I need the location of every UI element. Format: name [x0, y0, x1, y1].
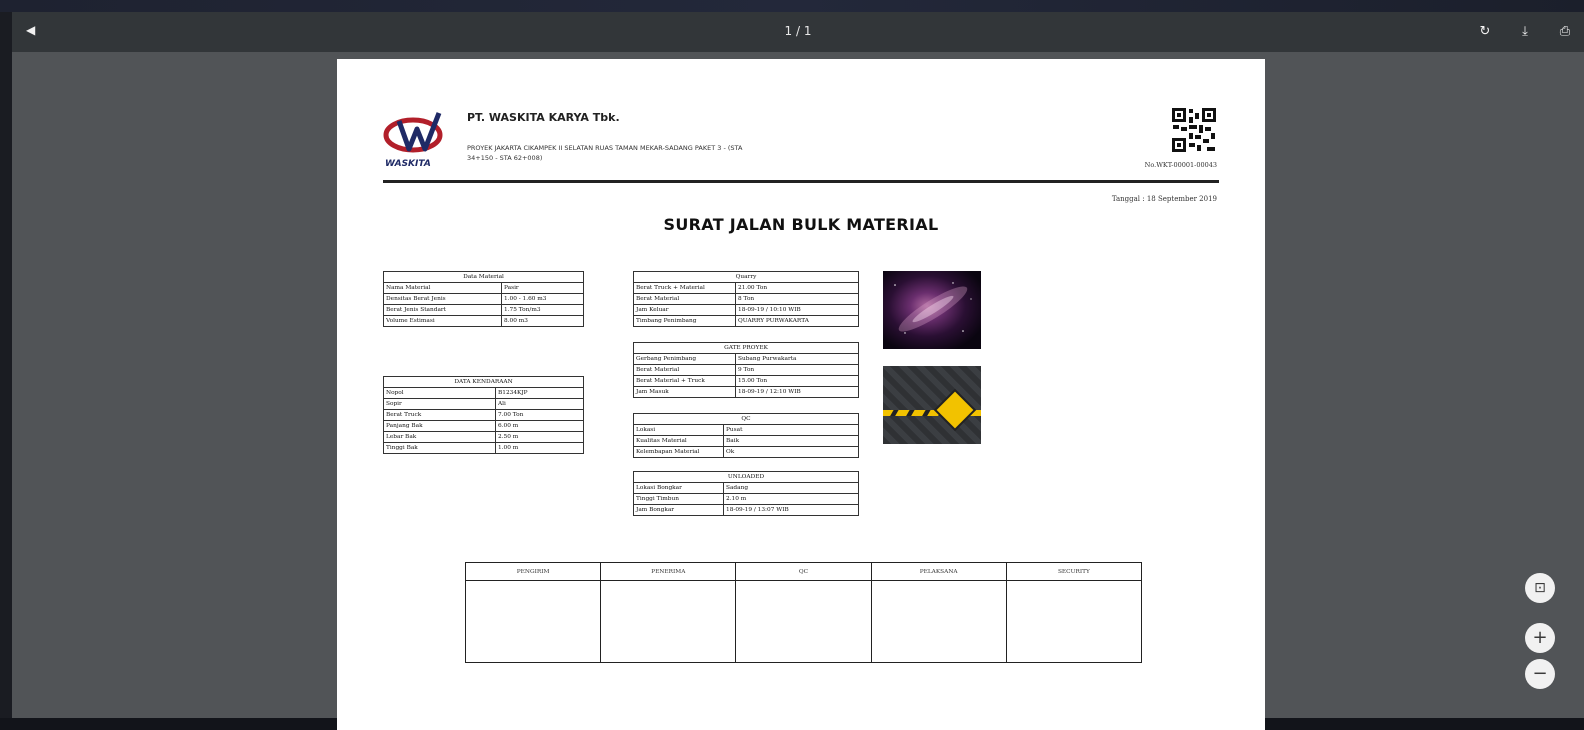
signature-header: PENERIMA: [600, 562, 737, 581]
project-description: PROYEK JAKARTA CIKAMPEK II SELATAN RUAS …: [467, 143, 867, 163]
signature-header: PELAKSANA: [870, 562, 1007, 581]
table-header: QC: [633, 413, 859, 425]
table-row: Tinggi Timbun 2.10 m: [633, 493, 859, 505]
signature-box: [464, 580, 602, 663]
table-row: Lokasi Bongkar Sadang: [633, 482, 859, 494]
warning-sign-photo: [883, 366, 981, 444]
page-indicator: 1 / 1: [784, 24, 812, 38]
data-kendaraan-table: DATA KENDARAAN Nopol B1234KJP Sopir Ali Be…: [383, 376, 584, 454]
table-row: Volume Estimasi 8.00 m3: [383, 315, 584, 327]
table-row: Berat Material + Truck 15.00 Ton: [633, 375, 859, 387]
table-row: Berat Material 9 Ton: [633, 364, 859, 376]
table-row: Jam Bongkar 18-09-19 / 13:07 WIB: [633, 504, 859, 516]
project-line-2: 34+150 - STA 62+008): [467, 154, 543, 162]
header-divider: [383, 180, 1219, 183]
company-name: PT. WASKITA KARYA Tbk.: [467, 111, 620, 124]
signature-box: [870, 580, 1007, 663]
signature-header: SECURITY: [1005, 562, 1143, 581]
signature-box: [600, 580, 737, 663]
document-number: No.WKT-00001-00043: [1144, 161, 1217, 169]
table-row: Berat Truck 7.00 Ton: [383, 409, 584, 421]
rotate-icon[interactable]: ↻: [1476, 20, 1494, 42]
document-title: SURAT JALAN BULK MATERIAL: [663, 215, 939, 234]
table-row: Berat Material 8 Ton: [633, 293, 859, 305]
table-header: UNLOADED: [633, 471, 859, 483]
signature-box: [1005, 580, 1143, 663]
toolbar-actions: ↻ ⤓ ⎙: [1476, 20, 1574, 42]
viewer-toolbar: ◀ 1 / 1 ↻ ⤓ ⎙: [12, 12, 1584, 52]
table-header: DATA KENDARAAN: [383, 376, 584, 388]
table-row: Jam Masuk 18-09-19 / 12:10 WIB: [633, 386, 859, 398]
desktop-frame: ◀ 1 / 1 ↻ ⤓ ⎙ WASKITA PT. WASKITA KARYA …: [0, 0, 1584, 730]
table-header: Quarry: [633, 271, 859, 283]
table-row: Tinggi Bak 1.00 m: [383, 442, 584, 454]
top-band: [0, 0, 1584, 12]
signature-header: PENGIRIM: [464, 562, 602, 581]
table-row: Timbang Penimbang QUARRY PURWAKARTA: [633, 315, 859, 327]
table-row: Lebar Bak 2.50 m: [383, 431, 584, 443]
signature-header: QC: [735, 562, 872, 581]
project-line-1: PROYEK JAKARTA CIKAMPEK II SELATAN RUAS …: [467, 144, 743, 152]
document-page: WASKITA PT. WASKITA KARYA Tbk. PROYEK JA…: [337, 59, 1265, 730]
unloaded-table: UNLOADED Lokasi Bongkar Sadang Tinggi Tim…: [633, 471, 859, 516]
table-row: Jam Keluar 18-09-19 / 10:10 WIB: [633, 304, 859, 316]
download-icon[interactable]: ⤓: [1516, 20, 1534, 42]
pdf-viewer: ◀ 1 / 1 ↻ ⤓ ⎙ WASKITA PT. WASKITA KARYA …: [12, 12, 1584, 730]
table-row: Sopir Ali: [383, 398, 584, 410]
table-row: Nopol B1234KJP: [383, 387, 584, 399]
fit-page-button[interactable]: ⊡: [1525, 573, 1555, 603]
logo-text: WASKITA: [385, 159, 431, 169]
table-header: GATE PROYEK: [633, 342, 859, 354]
table-row: Berat Jenis Standart 1.75 Ton/m3: [383, 304, 584, 316]
table-row: Densitas Berat Jenis 1.00 - 1.60 m3: [383, 293, 584, 305]
table-row: Berat Truck + Material 21.00 Ton: [633, 282, 859, 294]
zoom-in-button[interactable]: +: [1525, 623, 1555, 653]
quarry-table: Quarry Berat Truck + Material 21.00 Ton B…: [633, 271, 859, 327]
document-date: Tanggal : 18 September 2019: [1111, 195, 1217, 203]
table-row: Gerbang Penimbang Subang Purwakarta: [633, 353, 859, 365]
signature-table: PENGIRIM PENERIMA QC PELAKSANA SECURITY: [464, 562, 1143, 663]
qc-table: QC Lokasi Pusat Kualitas Material Baik Kel…: [633, 413, 859, 458]
table-row: Kualitas Material Baik: [633, 435, 859, 447]
table-row: Nama Material Pasir: [383, 282, 584, 294]
waskita-logo: WASKITA: [383, 112, 443, 169]
galaxy-photo: [883, 271, 981, 349]
table-row: Lokasi Pusat: [633, 424, 859, 436]
table-row: Panjang Bak 6.00 m: [383, 420, 584, 432]
table-header: Data Material: [383, 271, 584, 283]
print-icon[interactable]: ⎙: [1556, 20, 1574, 42]
table-row: Kelembapan Material Ok: [633, 446, 859, 458]
signature-box: [735, 580, 872, 663]
gate-proyek-table: GATE PROYEK Gerbang Penimbang Subang Purw…: [633, 342, 859, 398]
zoom-out-button[interactable]: −: [1525, 659, 1555, 689]
data-material-table: Data Material Nama Material Pasir Densita…: [383, 271, 584, 327]
qr-code-icon: [1171, 107, 1217, 153]
